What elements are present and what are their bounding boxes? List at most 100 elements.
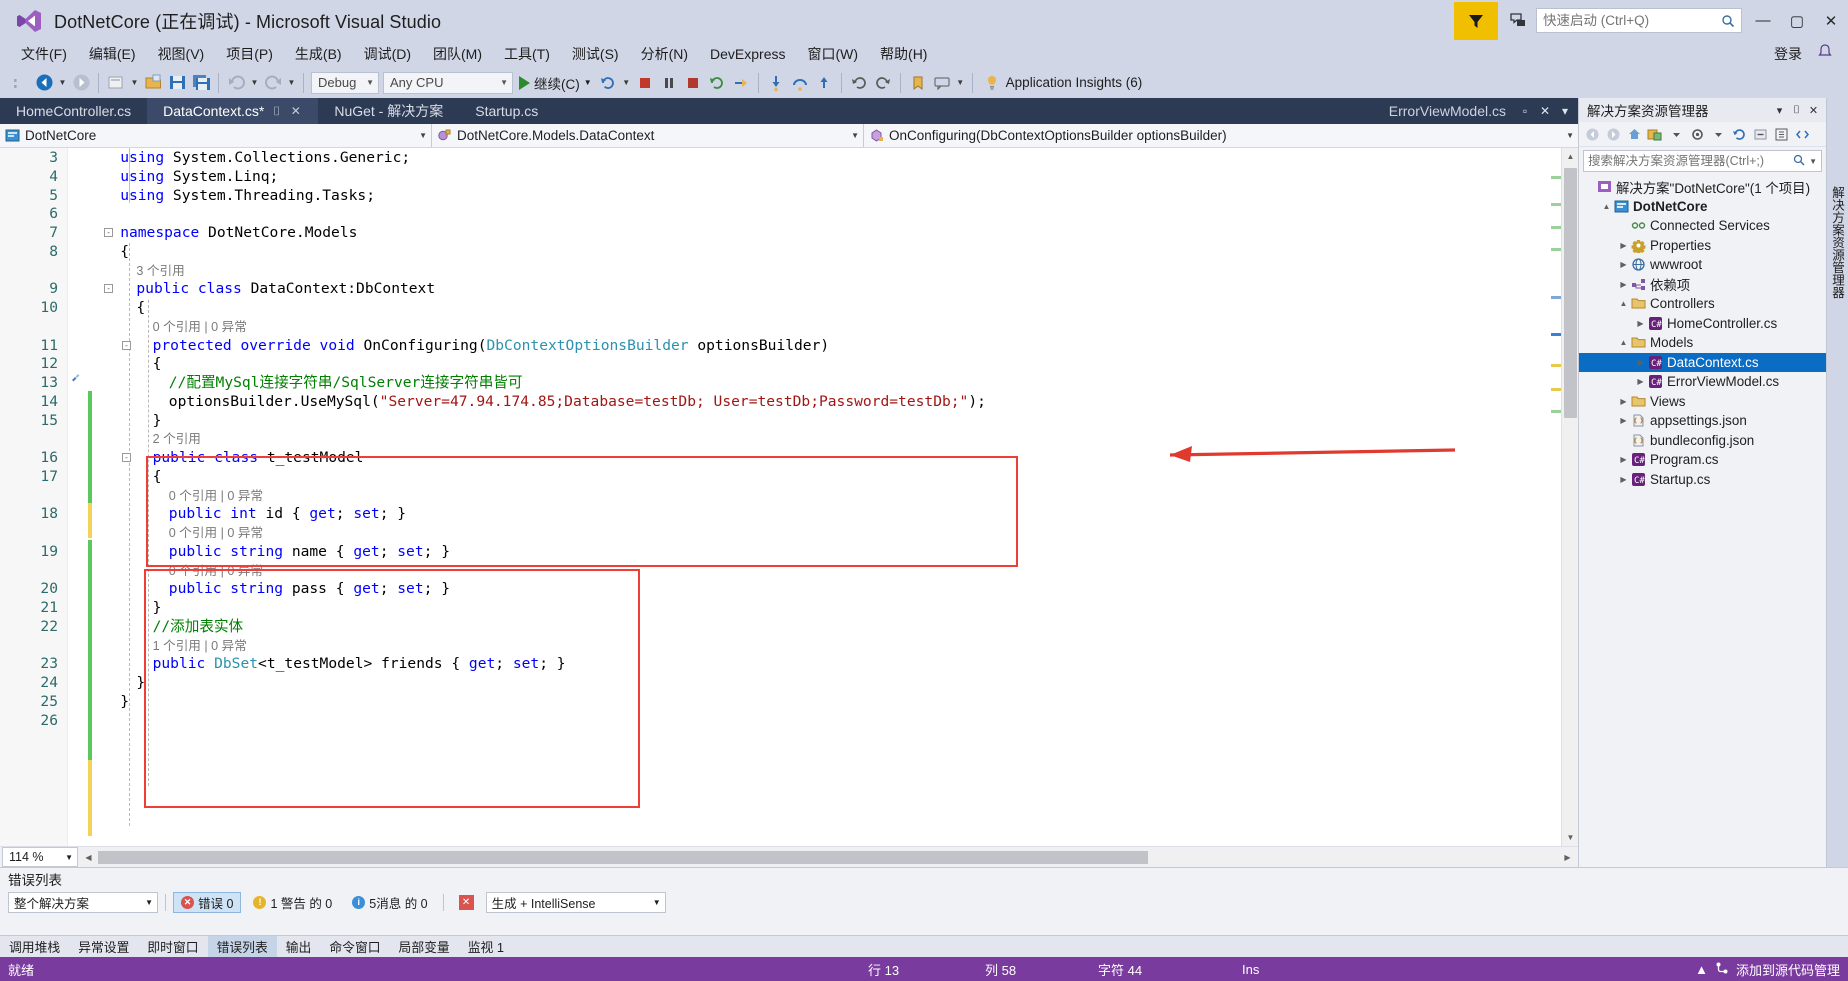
build-configuration-select[interactable]: Debug ▼ — [311, 72, 379, 94]
collapse-toggle[interactable]: - — [104, 228, 113, 237]
chevron-down-icon[interactable]: ▾ — [1771, 101, 1788, 119]
menu-item-devexpress[interactable]: DevExpress — [699, 43, 796, 65]
undo-dropdown-icon[interactable]: ▼ — [248, 71, 261, 95]
expander-collapsed-icon[interactable]: ▶ — [1617, 280, 1630, 289]
solution-tree-item[interactable]: ▶wwwroot — [1579, 255, 1826, 275]
scroll-left-arrow[interactable]: ◀ — [80, 849, 97, 866]
solution-tree-item[interactable]: ▲DotNetCore — [1579, 197, 1826, 217]
dock-tab-error-list[interactable]: 错误列表 — [208, 936, 277, 957]
solution-tree-item[interactable]: ▶依赖项 — [1579, 275, 1826, 295]
expander-collapsed-icon[interactable]: ▶ — [1634, 358, 1647, 367]
bookmark-glyph-icon[interactable] — [70, 369, 84, 383]
open-file-icon[interactable] — [141, 71, 165, 95]
show-all-files-icon[interactable] — [1771, 124, 1791, 144]
solution-tree-item[interactable]: ▶C#HomeController.cs — [1579, 314, 1826, 334]
codelens-annotation[interactable]: 0 个引用 | 0 异常 — [169, 562, 263, 581]
navbar-type-select[interactable]: DotNetCore.Models.DataContext ▼ — [432, 124, 864, 147]
solution-tree-item[interactable]: ▶C#Program.cs — [1579, 450, 1826, 470]
solution-tree-item[interactable]: bundleconfig.json — [1579, 431, 1826, 451]
expander-collapsed-icon[interactable]: ▶ — [1617, 455, 1630, 464]
restart-debug-icon[interactable] — [705, 71, 729, 95]
scroll-right-arrow[interactable]: ▶ — [1559, 849, 1576, 866]
close-button[interactable]: ✕ — [1814, 2, 1848, 40]
redo-dropdown-icon[interactable]: ▼ — [285, 71, 298, 95]
maximize-button[interactable]: ▢ — [1780, 2, 1814, 40]
feedback-icon[interactable] — [1500, 2, 1536, 40]
codelens-annotation[interactable]: 0 个引用 | 0 异常 — [153, 318, 247, 337]
chevron-down-icon[interactable] — [1666, 124, 1686, 144]
expander-collapsed-icon[interactable]: ▶ — [1617, 416, 1630, 425]
collapse-toggle[interactable]: - — [122, 453, 131, 462]
solution-tree-item[interactable]: ▶Properties — [1579, 236, 1826, 256]
build-intellisense-select[interactable]: 生成 + IntelliSense ▼ — [486, 892, 666, 913]
menu-item-window[interactable]: 窗口(W) — [796, 41, 869, 67]
sign-in-link[interactable]: 登录 — [1774, 44, 1802, 64]
application-insights-button[interactable]: Application Insights (6) — [984, 75, 1143, 91]
expander-collapsed-icon[interactable]: ▶ — [1617, 475, 1630, 484]
step-into-icon[interactable] — [764, 71, 788, 95]
chevron-down-icon[interactable]: ▼ — [1805, 157, 1817, 166]
expander-expanded-icon[interactable]: ▲ — [1617, 338, 1630, 347]
errors-filter-button[interactable]: ✕ 错误 0 — [173, 892, 241, 913]
tab-datacontext[interactable]: DataContext.cs* ⌷ ✕ — [147, 98, 318, 124]
solution-tree-item[interactable]: ▶C#Startup.cs — [1579, 470, 1826, 490]
quick-launch-input[interactable] — [1536, 8, 1742, 33]
expander-collapsed-icon[interactable]: ▶ — [1634, 319, 1647, 328]
stop-icon[interactable] — [633, 71, 657, 95]
chevron-down-icon[interactable] — [1708, 124, 1728, 144]
pause-icon[interactable] — [657, 71, 681, 95]
chevron-down-icon[interactable]: ▼ — [584, 78, 592, 87]
expander-collapsed-icon[interactable]: ▶ — [1617, 260, 1630, 269]
codelens-annotation[interactable]: 3 个引用 — [136, 262, 184, 281]
solution-tree-item[interactable]: ▶C#DataContext.cs — [1579, 353, 1826, 373]
solution-tree-item[interactable]: ▶appsettings.json — [1579, 411, 1826, 431]
bookmark-icon[interactable] — [906, 71, 930, 95]
tab-overflow-label[interactable]: ErrorViewModel.cs — [1381, 103, 1514, 119]
show-next-statement-icon[interactable] — [729, 71, 753, 95]
code-editor[interactable]: 3using System.Collections.Generic;4using… — [0, 148, 1578, 846]
dock-tab-watch-1[interactable]: 监视 1 — [459, 936, 513, 957]
restore-icon[interactable]: ▫ — [1516, 101, 1534, 121]
toolbar-options-icon[interactable]: ≡≡ — [8, 71, 32, 95]
codelens-annotation[interactable]: 0 个引用 | 0 异常 — [169, 487, 263, 506]
menu-item-test[interactable]: 测试(S) — [561, 41, 630, 67]
undo-nav-icon[interactable] — [847, 71, 871, 95]
scrollbar-thumb[interactable] — [1564, 168, 1577, 418]
home-icon[interactable] — [1624, 124, 1644, 144]
menu-item-view[interactable]: 视图(V) — [147, 41, 216, 67]
continue-button[interactable]: 继续(C) ▼ — [515, 73, 596, 93]
solution-tree[interactable]: 解决方案"DotNetCore"(1 个项目)▲DotNetCoreConnec… — [1579, 175, 1826, 867]
refresh-icon[interactable] — [1729, 124, 1749, 144]
solution-tree-item[interactable]: ▶Views — [1579, 392, 1826, 412]
status-source-control[interactable]: ▲ 添加到源代码管理 — [1695, 960, 1840, 979]
messages-filter-button[interactable]: i 5消息 的 0 — [344, 892, 435, 913]
pin-icon[interactable]: ⌷ — [270, 104, 283, 119]
new-project-icon[interactable] — [104, 71, 128, 95]
tab-startup[interactable]: Startup.cs — [459, 98, 554, 124]
collapse-toggle[interactable]: - — [122, 341, 131, 350]
hscrollbar-thumb[interactable] — [98, 851, 1148, 864]
codelens-annotation[interactable]: 2 个引用 — [153, 430, 201, 449]
solution-search-input[interactable] — [1588, 154, 1793, 168]
expander-collapsed-icon[interactable]: ▶ — [1634, 377, 1647, 386]
chevron-down-icon[interactable]: ▾ — [1556, 101, 1574, 121]
back-icon[interactable] — [1582, 124, 1602, 144]
properties-icon[interactable] — [1687, 124, 1707, 144]
pin-icon[interactable]: ⌷ — [1788, 101, 1805, 119]
dock-tab-command-window[interactable]: 命令窗口 — [320, 936, 389, 957]
solution-explorer-search[interactable]: ▼ — [1583, 150, 1822, 172]
platform-select[interactable]: Any CPU ▼ — [383, 72, 513, 94]
redo-nav-icon[interactable] — [871, 71, 895, 95]
navigate-back-dropdown-icon[interactable]: ▼ — [56, 71, 69, 95]
solution-explorer-dock-strip[interactable]: 解决方案资源管理器 — [1826, 98, 1848, 867]
dock-tab-exception-settings[interactable]: 异常设置 — [69, 936, 138, 957]
solution-tree-item[interactable]: 解决方案"DotNetCore"(1 个项目) — [1579, 177, 1826, 197]
save-icon[interactable] — [165, 71, 189, 95]
dock-tab-output[interactable]: 输出 — [277, 936, 321, 957]
forward-icon[interactable] — [1603, 124, 1623, 144]
close-icon[interactable]: ✕ — [289, 104, 302, 118]
search-icon[interactable] — [1793, 154, 1805, 169]
menu-item-help[interactable]: 帮助(H) — [869, 41, 938, 67]
step-over-icon[interactable] — [788, 71, 812, 95]
warnings-filter-button[interactable]: ! 1 警告 的 0 — [245, 892, 340, 913]
